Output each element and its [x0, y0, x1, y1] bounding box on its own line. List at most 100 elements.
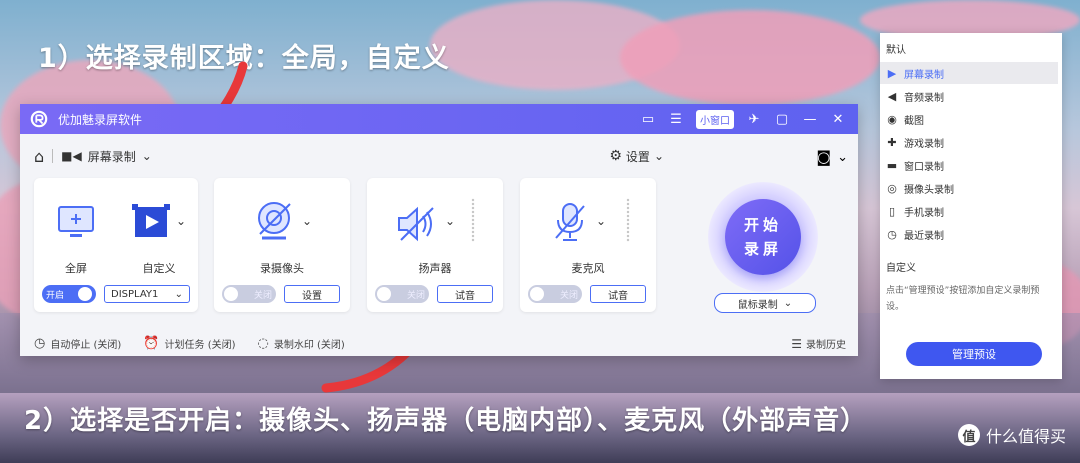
schedule-label: 计划任务 (关闭) [164, 340, 236, 351]
site-watermark: 值 什么值得买 [957, 423, 1066, 447]
menu-item-label: 音频录制 [904, 92, 944, 104]
menu-item-label: 游戏录制 [904, 138, 944, 150]
mic-level-meter [626, 198, 630, 242]
droplet-icon: ◌ [257, 336, 269, 351]
chevron-down-icon: ⌄ [653, 149, 664, 163]
bottom-options: ◷ 自动停止 (关闭) ⏰ 计划任务 (关闭) ◌ 录制水印 (关闭) [34, 336, 345, 351]
section-custom-title: 自定义 [886, 263, 916, 274]
alarm-clock-icon: ⏰ [143, 336, 160, 351]
custom-label: 自定义 [142, 262, 176, 275]
toggle-label: 关闭 [559, 290, 578, 301]
start-recording-button[interactable]: 开始 录屏 [725, 199, 801, 275]
menu-item-2[interactable]: ◉ 截图 [880, 108, 1058, 130]
history-label: 录制历史 [806, 340, 846, 351]
screen-area-card: 全屏 ⌄ 自定义 开启 DISPLAY1 ⌄ [34, 178, 198, 312]
menu-item-1[interactable]: ◀ 音频录制 [880, 85, 1058, 107]
mode-dropdown[interactable]: 屏幕录制 [88, 148, 136, 165]
watermark-option[interactable]: ◌ 录制水印 (关闭) [258, 336, 345, 351]
timer-icon: ◷ [34, 336, 46, 351]
schedule-option[interactable]: ⏰ 计划任务 (关闭) [143, 336, 235, 351]
start-button-halo: 开始 录屏 [708, 182, 818, 292]
microphone-toggle[interactable]: 关闭 [528, 285, 582, 303]
chevron-down-icon: ⌄ [783, 297, 793, 309]
toolbar-divider [52, 149, 54, 163]
camera-card: ⌄ 录摄像头 关闭 设置 [214, 178, 350, 312]
speaker-toggle[interactable]: 关闭 [375, 285, 429, 303]
webcam-icon: ◎ [887, 181, 897, 195]
auto-stop-option[interactable]: ◷ 自动停止 (关闭) [34, 336, 121, 351]
custom-region-icon[interactable] [132, 204, 172, 242]
microphone-off-icon[interactable] [550, 200, 590, 244]
list-icon: ☰ [791, 336, 802, 351]
home-icon[interactable]: ⌂ [34, 147, 44, 166]
menu-item-label: 截图 [904, 115, 924, 127]
video-icon: ▶ [887, 66, 897, 80]
section-default-title: 默认 [886, 45, 906, 56]
pin-icon[interactable]: ✈ [746, 111, 762, 127]
feedback-icon[interactable]: ▭ [640, 111, 656, 127]
app-title: 优加魅录屏软件 [58, 112, 143, 127]
chevron-down-icon[interactable]: ⌄ [445, 214, 455, 228]
speaker-test-button[interactable]: 试音 [437, 285, 493, 303]
screenshot-dropdown[interactable]: ◙ ⌄ [817, 148, 848, 166]
toggle-label: 关闭 [406, 290, 425, 301]
chevron-down-icon[interactable]: ⌄ [176, 214, 186, 228]
settings-label: 设置 [625, 149, 650, 164]
display-select[interactable]: DISPLAY1 ⌄ [104, 285, 190, 303]
camera-toggle[interactable]: 关闭 [222, 285, 276, 303]
settings-button[interactable]: ⚙ 设置 ⌄ [609, 148, 664, 165]
screen-toggle[interactable]: 开启 [42, 285, 96, 303]
menu-item-5[interactable]: ◎ 摄像头录制 [880, 177, 1058, 199]
toggle-label: 开启 [46, 290, 65, 301]
mouse-mode-value: 鼠标录制 [737, 299, 778, 311]
menu-item-3[interactable]: ✚ 游戏录制 [880, 131, 1058, 153]
window-icon: ▬ [886, 158, 898, 172]
menu-item-6[interactable]: ▯ 手机录制 [880, 200, 1058, 222]
fullscreen-icon[interactable] [56, 204, 96, 240]
microphone-label: 麦克风 [571, 262, 605, 275]
watermark-logo-icon: 值 [957, 424, 980, 446]
chevron-down-icon[interactable]: ⌄ [302, 214, 312, 228]
camera-settings-button[interactable]: 设置 [284, 285, 340, 303]
start-label-line2: 录屏 [743, 240, 782, 258]
toggle-label: 关闭 [253, 290, 272, 301]
mode-menu-panel: 默认 ▶ 屏幕录制 ◀ 音频录制 ◉ 截图 ✚ 游戏录制 ▬ 窗口录制 ◎ 摄像头录制 ▯ 手机录制 ◷ 最近… [880, 33, 1062, 379]
toolbar: ⌂ ■◀ 屏幕录制 ⌄ ⚙ 设置 ⌄ [34, 144, 664, 168]
manage-presets-button[interactable]: 管理预设 [906, 342, 1042, 366]
step2-caption: 2）选择是否开启：摄像头、扬声器（电脑内部）、麦克风（外部声音） [24, 406, 868, 436]
gear-icon: ⚙ [609, 148, 622, 164]
minimize-icon[interactable]: ▢ [774, 111, 790, 127]
restore-icon[interactable]: — [802, 111, 818, 127]
close-icon[interactable]: ✕ [830, 111, 846, 127]
menu-item-label: 摄像头录制 [904, 184, 954, 196]
speaker-off-icon[interactable] [395, 204, 439, 244]
menu-item-0[interactable]: ▶ 屏幕录制 [880, 62, 1058, 84]
video-camera-icon: ■◀ [61, 149, 82, 163]
microphone-test-button[interactable]: 试音 [590, 285, 646, 303]
chevron-down-icon[interactable]: ⌄ [596, 214, 606, 228]
clock-icon: ◷ [887, 227, 897, 241]
volume-meter [471, 198, 475, 242]
chevron-down-icon[interactable]: ⌄ [142, 149, 152, 163]
custom-hint: 点击“管理预设”按钮添加自定义录制预设。 [886, 286, 1040, 312]
speaker-label: 扬声器 [418, 262, 452, 275]
gamepad-icon: ✚ [887, 135, 897, 149]
title-bar: 优加魅录屏软件 ▭ ☰ 小窗口 ✈ ▢ — ✕ [20, 104, 858, 134]
mini-window-button[interactable]: 小窗口 [696, 109, 734, 129]
watermark-label: 录制水印 (关闭) [273, 340, 345, 351]
webcam-off-icon[interactable] [254, 200, 296, 244]
speaker-card: ⌄ 扬声器 关闭 试音 [367, 178, 503, 312]
history-button[interactable]: ☰ 录制历史 [791, 336, 846, 352]
microphone-card: ⌄ 麦克风 关闭 试音 [520, 178, 656, 312]
auto-stop-label: 自动停止 (关闭) [50, 340, 122, 351]
start-label-line1: 开始 [743, 216, 782, 234]
chevron-down-icon: ⌄ [837, 149, 848, 165]
recorder-app-window: 优加魅录屏软件 ▭ ☰ 小窗口 ✈ ▢ — ✕ ⌂ ■◀ 屏幕录制 ⌄ ⚙ 设置… [20, 104, 858, 356]
watermark-text: 什么值得买 [985, 427, 1066, 446]
app-logo-icon [30, 110, 48, 128]
camera-label: 录摄像头 [260, 262, 304, 275]
menu-item-7[interactable]: ◷ 最近录制 [880, 223, 1058, 245]
mouse-mode-select[interactable]: 鼠标录制 ⌄ [714, 293, 816, 313]
menu-item-4[interactable]: ▬ 窗口录制 [880, 154, 1058, 176]
menu-icon[interactable]: ☰ [668, 111, 684, 127]
